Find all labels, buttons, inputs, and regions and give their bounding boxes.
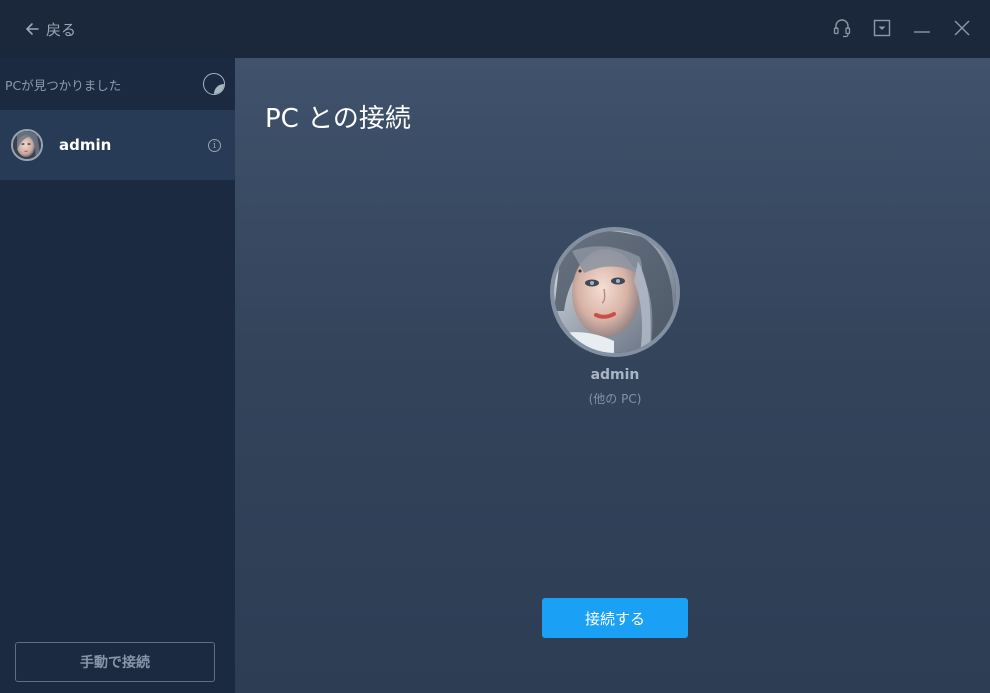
back-button[interactable]: 戻る <box>24 17 76 41</box>
page-title: PC との接続 <box>265 104 411 134</box>
title-bar: 戻る <box>0 0 990 58</box>
connect-button[interactable]: 接続する <box>542 598 688 638</box>
back-label: 戻る <box>46 20 77 39</box>
arrow-left-icon <box>24 21 40 37</box>
minimize-to-tray-icon[interactable] <box>872 16 892 40</box>
manual-connect-button[interactable]: 手動で接続 <box>15 642 215 682</box>
sidebar: PCが見つかりました admin i 手動で接続 <box>0 58 235 693</box>
info-icon[interactable]: i <box>208 139 221 152</box>
sidebar-item-admin[interactable]: admin i <box>0 110 235 180</box>
minimize-icon[interactable] <box>912 16 932 40</box>
refresh-icon[interactable] <box>203 73 225 95</box>
sidebar-item-label: admin <box>59 136 112 154</box>
avatar <box>11 129 43 161</box>
sidebar-header: PCが見つかりました <box>0 58 235 110</box>
headset-icon[interactable] <box>832 16 852 40</box>
pc-avatar <box>550 227 680 357</box>
sidebar-title: PCが見つかりました <box>5 77 122 93</box>
pc-name: admin <box>590 367 640 383</box>
pc-type: (他の PC) <box>588 392 642 406</box>
main-panel: PC との接続 admin (他の PC) 接続する <box>235 58 990 693</box>
close-icon[interactable] <box>952 16 972 40</box>
